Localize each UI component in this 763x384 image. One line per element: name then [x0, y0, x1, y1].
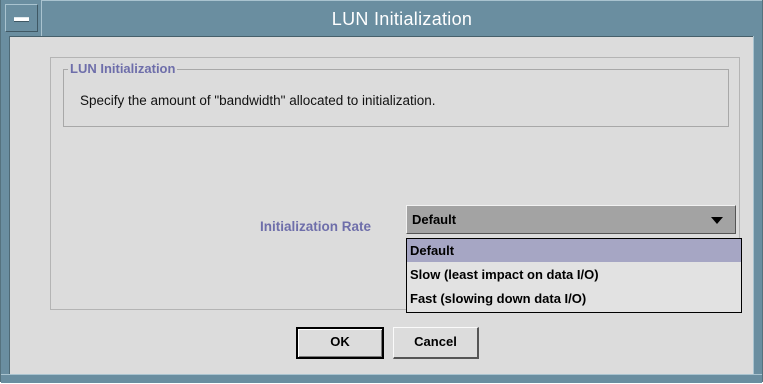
rate-dropdown-list: Default Slow (least impact on data I/O) …: [406, 238, 742, 313]
window-menu-button[interactable]: [5, 4, 38, 32]
window-frame-bottom[interactable]: [1, 374, 762, 383]
ok-button[interactable]: OK: [296, 327, 384, 359]
group-title: LUN Initialization: [68, 61, 178, 76]
dialog-window: LUN Initialization LUN Initialization Sp…: [0, 0, 763, 383]
dialog-content: LUN Initialization Specify the amount of…: [10, 37, 753, 374]
lun-initialization-group: LUN Initialization Specify the amount of…: [63, 61, 729, 127]
window-frame-right[interactable]: [753, 36, 762, 375]
settings-panel: LUN Initialization Specify the amount of…: [50, 57, 742, 313]
minus-icon: [14, 17, 29, 22]
window-title: LUN Initialization: [41, 0, 762, 36]
chevron-down-icon: [711, 217, 723, 224]
group-description: Specify the amount of "bandwidth" alloca…: [80, 93, 436, 108]
rate-option-slow[interactable]: Slow (least impact on data I/O): [407, 263, 741, 286]
cancel-button[interactable]: Cancel: [393, 327, 479, 359]
rate-option-default[interactable]: Default: [407, 239, 741, 262]
title-bar[interactable]: LUN Initialization: [1, 0, 762, 37]
selected-rate-value: Default: [412, 212, 457, 227]
window-frame-left[interactable]: [1, 36, 10, 375]
initialization-rate-label: Initialization Rate: [260, 219, 372, 234]
rate-option-fast[interactable]: Fast (slowing down data I/O): [407, 287, 741, 310]
initialization-rate-select[interactable]: Default: [406, 205, 736, 234]
